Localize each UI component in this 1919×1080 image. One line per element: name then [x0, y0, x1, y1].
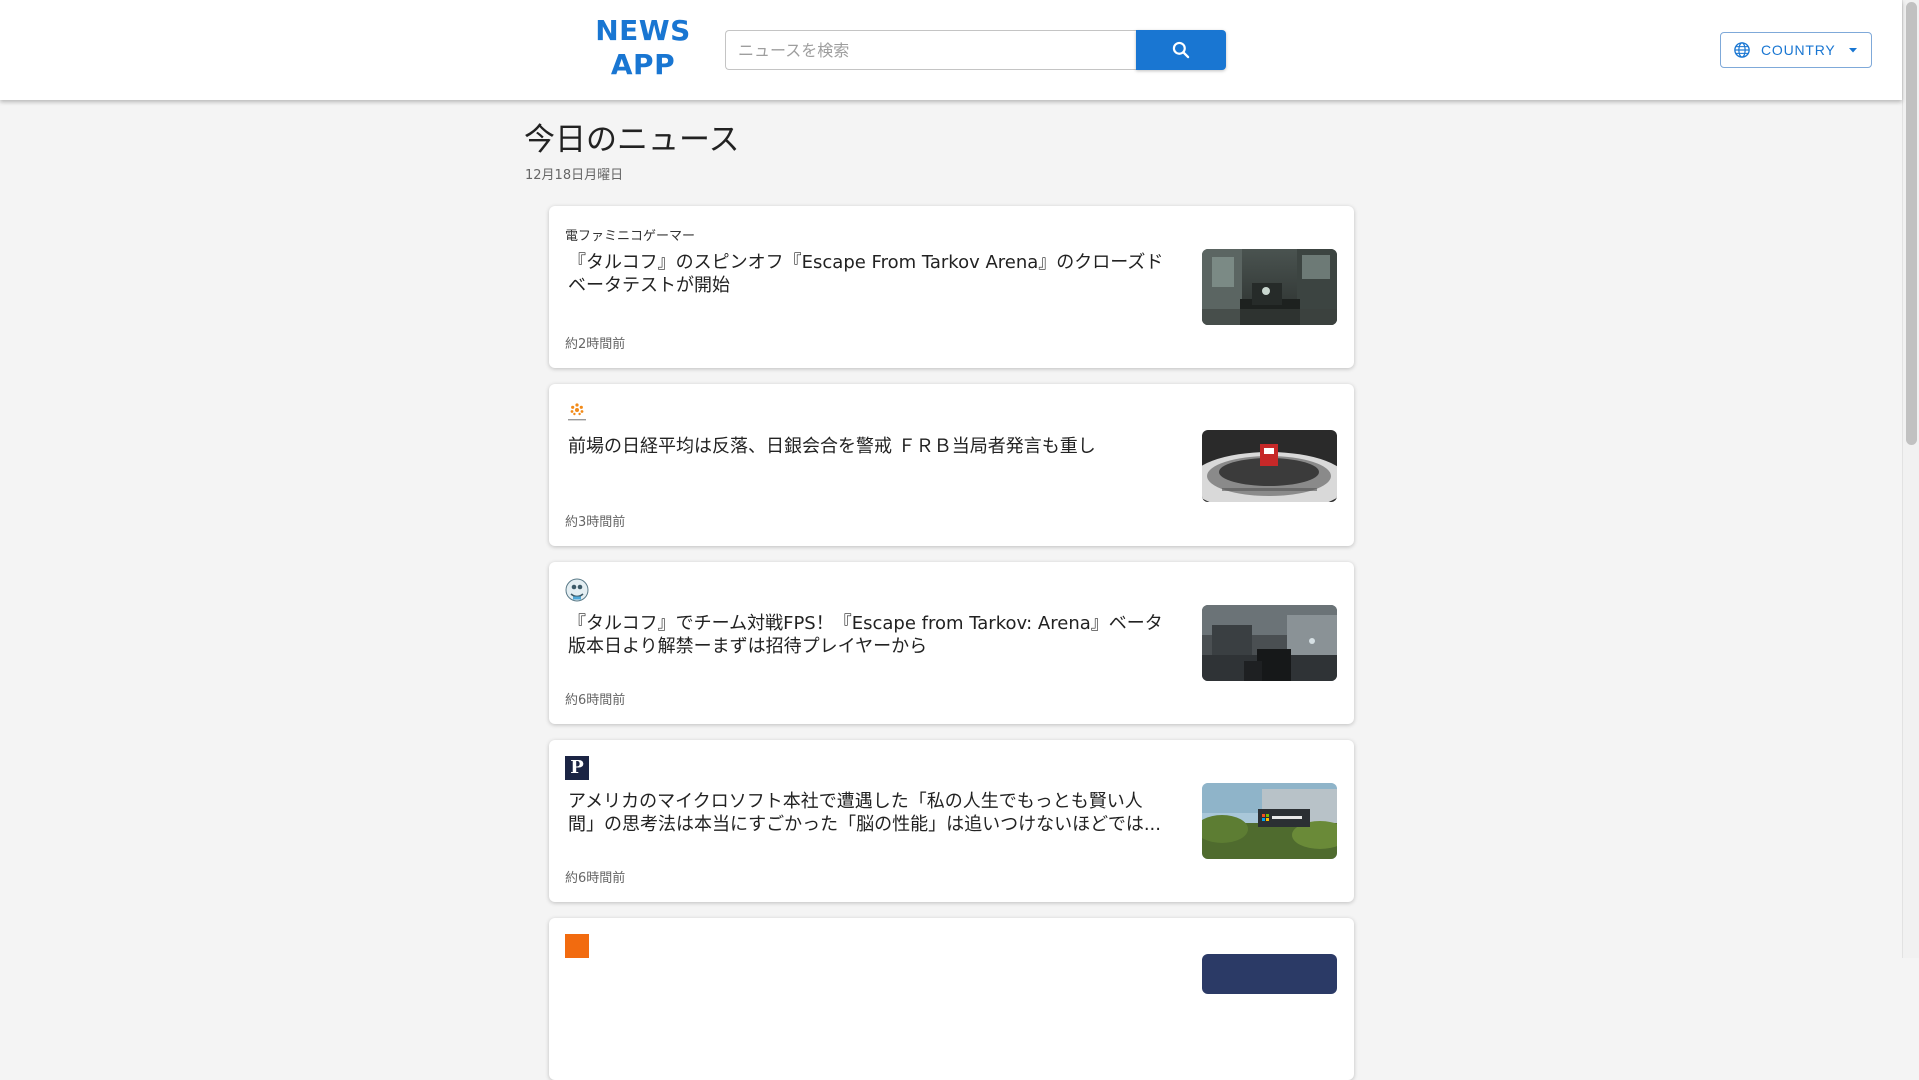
news-card[interactable]: 『タルコフ』でチーム対戦FPS！『Escape from Tarkov: Are… [549, 562, 1354, 724]
card-source [565, 934, 589, 958]
round-avatar-logo [565, 578, 589, 602]
card-source [565, 400, 589, 424]
card-source [565, 578, 589, 602]
scrollbar-thumb[interactable] [1906, 2, 1917, 445]
search-input[interactable] [725, 30, 1136, 70]
card-thumbnail[interactable] [1202, 954, 1337, 994]
card-thumbnail[interactable] [1202, 783, 1337, 859]
source-logo-p: P [565, 756, 589, 780]
card-title[interactable]: 『タルコフ』でチーム対戦FPS！『Escape from Tarkov: Are… [568, 612, 1168, 658]
card-time: 約6時間前 [565, 871, 626, 886]
main-content: 今日のニュース 12月18日月曜日 電ファミニコゲーマー 『タルコフ』のスピンオ… [0, 100, 1902, 1080]
thumbnail-image [1202, 605, 1337, 681]
page-scrollbar[interactable] [1902, 0, 1919, 958]
source-name: 電ファミニコゲーマー [565, 228, 696, 244]
card-time: 約6時間前 [565, 693, 626, 708]
news-card[interactable]: 前場の日経平均は反落、日銀会合を警戒 ＦＲＢ当局者発言も重し 約3時間前 [549, 384, 1354, 546]
logo-line-1: NEWS [595, 14, 691, 47]
news-card[interactable]: 電ファミニコゲーマー 『タルコフ』のスピンオフ『Escape From Tark… [549, 206, 1354, 368]
country-select-button[interactable]: COUNTRY [1720, 32, 1872, 68]
caret-down-icon [1849, 48, 1857, 53]
card-source: 電ファミニコゲーマー [565, 222, 695, 246]
search-icon [1172, 41, 1190, 59]
thumbnail-image [1202, 430, 1337, 502]
card-time: 約2時間前 [565, 337, 626, 352]
card-thumbnail[interactable] [1202, 605, 1337, 681]
news-card[interactable]: P アメリカのマイクロソフト本社で遭遇した「私の人生でもっとも賢い人間」の思考法… [549, 740, 1354, 902]
page-date: 12月18日月曜日 [525, 168, 624, 183]
card-title[interactable]: 前場の日経平均は反落、日銀会合を警戒 ＦＲＢ当局者発言も重し [568, 435, 1168, 458]
search-bar [725, 30, 1226, 70]
globe-icon [1734, 42, 1750, 58]
thumbnail-image [1202, 783, 1337, 859]
app-logo[interactable]: NEWS APP [590, 14, 696, 82]
app-header: NEWS APP COUNTRY [0, 0, 1902, 100]
card-source: P [565, 756, 589, 780]
card-time: 約3時間前 [565, 515, 626, 530]
orange-square-logo [565, 934, 589, 958]
news-card[interactable] [549, 918, 1354, 1080]
thumbnail-image [1202, 249, 1337, 325]
logo-line-2: APP [610, 48, 676, 81]
search-button[interactable] [1136, 30, 1226, 70]
card-title[interactable]: アメリカのマイクロソフト本社で遭遇した「私の人生でもっとも賢い人間」の思考法は本… [568, 790, 1168, 836]
country-label: COUNTRY [1761, 42, 1836, 58]
card-thumbnail[interactable] [1202, 430, 1337, 502]
card-title[interactable]: 『タルコフ』のスピンオフ『Escape From Tarkov Arena』のク… [568, 251, 1168, 297]
reuters-logo [568, 403, 586, 421]
page-title: 今日のニュース [524, 122, 740, 158]
card-thumbnail[interactable] [1202, 249, 1337, 325]
